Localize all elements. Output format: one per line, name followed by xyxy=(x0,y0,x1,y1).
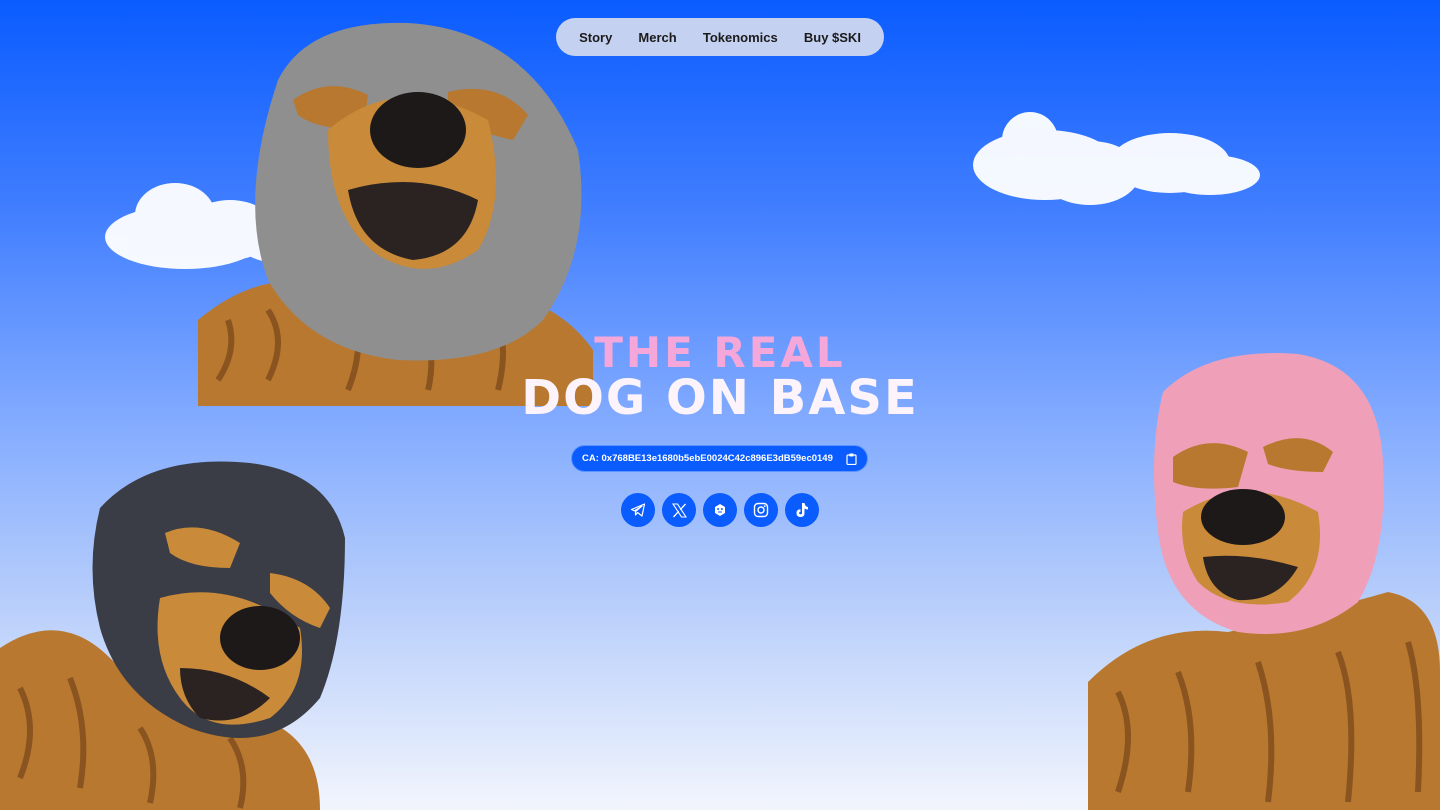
tiktok-icon xyxy=(796,503,808,517)
hero-title-line2: DOG ON BASE xyxy=(521,370,919,426)
tiktok-button[interactable] xyxy=(785,493,819,527)
contract-address-text: CA: 0x768BE13e1680b5ebE0024C42c896E3dB59… xyxy=(582,453,833,464)
nav-buy-link[interactable]: Buy $SKI xyxy=(804,30,861,45)
cloud-right xyxy=(973,112,1260,205)
dog-pink-balaclava-image xyxy=(1088,353,1440,810)
token-icon xyxy=(715,504,725,516)
instagram-button[interactable] xyxy=(744,493,778,527)
main-nav: Story Merch Tokenomics Buy $SKI xyxy=(556,18,884,56)
social-links xyxy=(621,493,819,527)
contract-address-copy-button[interactable]: CA: 0x768BE13e1680b5ebE0024C42c896E3dB59… xyxy=(571,445,868,472)
hero-title-line1: THE REAL xyxy=(594,328,846,377)
hero-title: THE REAL DOG ON BASE xyxy=(520,328,920,426)
nav-merch-link[interactable]: Merch xyxy=(638,30,676,45)
telegram-icon xyxy=(630,503,646,517)
telegram-button[interactable] xyxy=(621,493,655,527)
dog-black-balaclava-image xyxy=(0,461,345,810)
x-button[interactable] xyxy=(662,493,696,527)
instagram-icon xyxy=(753,502,769,518)
nav-tokenomics-link[interactable]: Tokenomics xyxy=(703,30,778,45)
x-icon xyxy=(671,502,687,518)
nav-story-link[interactable]: Story xyxy=(579,30,612,45)
clipboard-icon xyxy=(846,453,857,465)
token-tracker-button[interactable] xyxy=(703,493,737,527)
